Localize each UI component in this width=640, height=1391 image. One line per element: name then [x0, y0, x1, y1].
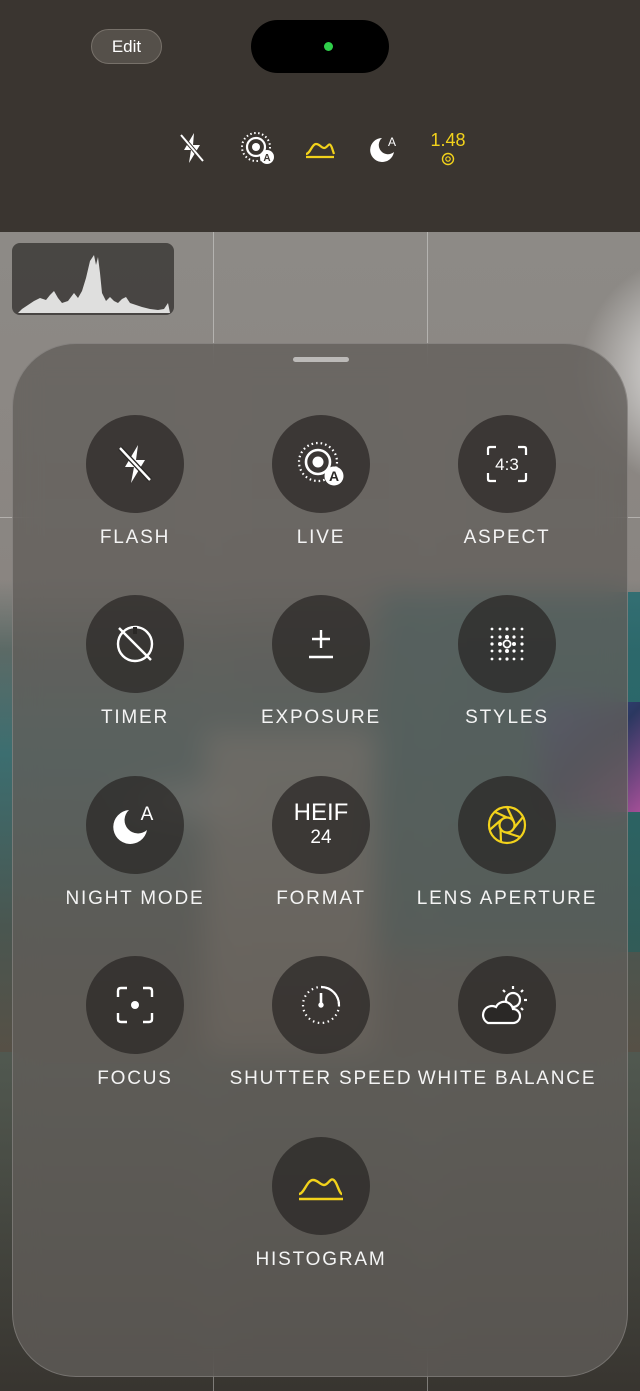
control-lens-aperture[interactable]: LENS APERTURE — [407, 776, 607, 910]
focus-icon[interactable] — [86, 956, 184, 1054]
control-label: WHITE BALANCE — [417, 1068, 597, 1089]
control-focus[interactable]: FOCUS — [35, 956, 235, 1090]
format-bottom-text: 24 — [310, 827, 332, 848]
camera-indicator-dot — [324, 42, 333, 51]
shutter-dial-icon[interactable] — [272, 956, 370, 1054]
control-white-balance[interactable]: WHITE BALANCE — [407, 956, 607, 1090]
control-label: FORMAT — [276, 888, 366, 909]
control-label: FLASH — [99, 527, 171, 548]
svg-text:A: A — [388, 135, 396, 149]
control-styles[interactable]: STYLES — [407, 595, 607, 729]
live-histogram — [12, 243, 174, 315]
partly-cloudy-icon[interactable] — [458, 956, 556, 1054]
control-label: EXPOSURE — [261, 707, 381, 728]
svg-text:A: A — [141, 804, 154, 825]
styles-grid-icon[interactable] — [458, 595, 556, 693]
control-label: LIVE — [296, 527, 346, 548]
night-mode-auto-icon[interactable]: A — [364, 128, 404, 168]
flash-off-icon[interactable] — [86, 415, 184, 513]
control-label: ASPECT — [463, 527, 551, 548]
control-label: FOCUS — [97, 1068, 173, 1089]
format-badge[interactable]: HEIF 24 — [272, 776, 370, 874]
aperture-readout[interactable]: 1.48 — [425, 130, 471, 166]
camera-controls-sheet: FLASH A LIVE 4:3 ASPECT TIMER EXPOSURE S… — [12, 343, 628, 1377]
control-exposure[interactable]: EXPOSURE — [221, 595, 421, 729]
histogram-icon[interactable] — [272, 1137, 370, 1235]
svg-text:A: A — [263, 153, 270, 164]
control-label: LENS APERTURE — [416, 888, 598, 909]
dynamic-island — [251, 20, 389, 73]
live-auto-icon[interactable]: A — [272, 415, 370, 513]
edit-button[interactable]: Edit — [91, 29, 162, 64]
control-night-mode[interactable]: A NIGHT MODE — [35, 776, 235, 910]
timer-off-icon[interactable] — [86, 595, 184, 693]
control-shutter-speed[interactable]: SHUTTER SPEED — [221, 956, 421, 1090]
plus-minus-icon[interactable] — [272, 595, 370, 693]
aperture-icon[interactable] — [458, 776, 556, 874]
status-icon-row: A A — [0, 128, 640, 172]
svg-text:A: A — [329, 468, 339, 484]
control-live[interactable]: A LIVE — [221, 415, 421, 549]
control-histogram[interactable]: HISTOGRAM — [221, 1137, 421, 1271]
flash-off-icon[interactable] — [172, 128, 212, 168]
format-top-text: HEIF — [293, 799, 349, 826]
control-label: HISTOGRAM — [255, 1249, 387, 1270]
live-auto-icon[interactable]: A — [238, 128, 278, 168]
sheet-grabber[interactable] — [293, 357, 349, 362]
control-label: STYLES — [465, 707, 549, 728]
control-label: NIGHT MODE — [65, 888, 205, 909]
aspect-ratio-icon[interactable]: 4:3 — [458, 415, 556, 513]
night-mode-auto-icon[interactable]: A — [86, 776, 184, 874]
control-aspect[interactable]: 4:3 ASPECT — [407, 415, 607, 549]
control-timer[interactable]: TIMER — [35, 595, 235, 729]
control-label: SHUTTER SPEED — [229, 1068, 413, 1089]
control-format[interactable]: HEIF 24 FORMAT — [221, 776, 421, 910]
histogram-icon[interactable] — [300, 128, 340, 168]
svg-text:4:3: 4:3 — [495, 455, 519, 474]
top-bar: Edit A A 1.48 — [0, 0, 640, 232]
control-flash[interactable]: FLASH — [35, 415, 235, 549]
aperture-small-icon — [441, 152, 455, 166]
control-label: TIMER — [100, 707, 170, 728]
aperture-value: 1.48 — [430, 130, 466, 150]
